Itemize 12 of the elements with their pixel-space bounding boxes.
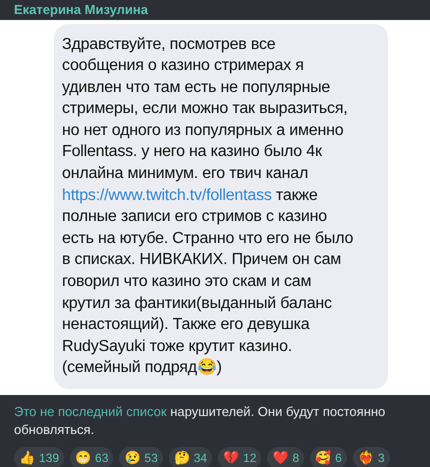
message-text: Здравствуйте, посмотрев все сообщения о казино стримерах я удивлен что там есть не популярные стримеры, если можно так выразиться, но нет одного из популярных а именно Follentass. у него на казино было 4к онлайна минимум. его твич канал https://www.twitch.tv/follentass также полные записи его стримов с казино есть на ютубе. Странно что его не было в списках. НИВКАКИХ. Причем он сам говорил что казино это скам и сам крутил за фантики(выданный баланс ненастоящий). Также его девушка RudySayuki тоже крутит казино. (семейный подряд😂)	[62, 34, 354, 378]
channel-title: Екатерина Мизулина	[14, 1, 148, 19]
reaction-button[interactable]: 👍 139	[14, 447, 64, 467]
reaction-button[interactable]: 🥰 6	[310, 447, 347, 467]
reaction-button[interactable]: 😢 53	[119, 447, 163, 467]
reaction-button[interactable]: 😁 63	[70, 447, 114, 467]
reaction-button[interactable]: 💔 12	[218, 447, 262, 467]
link[interactable]: Это не последний список	[14, 404, 167, 419]
reaction-button[interactable]: 🤔 34	[168, 447, 212, 467]
caption-text: Это не последний список нарушителей. Они будут постоянно обновляться.	[14, 403, 386, 439]
reaction-button[interactable]: ❤ 8	[267, 447, 304, 467]
reaction-button[interactable]: ❤‍🔥 3	[352, 447, 390, 467]
